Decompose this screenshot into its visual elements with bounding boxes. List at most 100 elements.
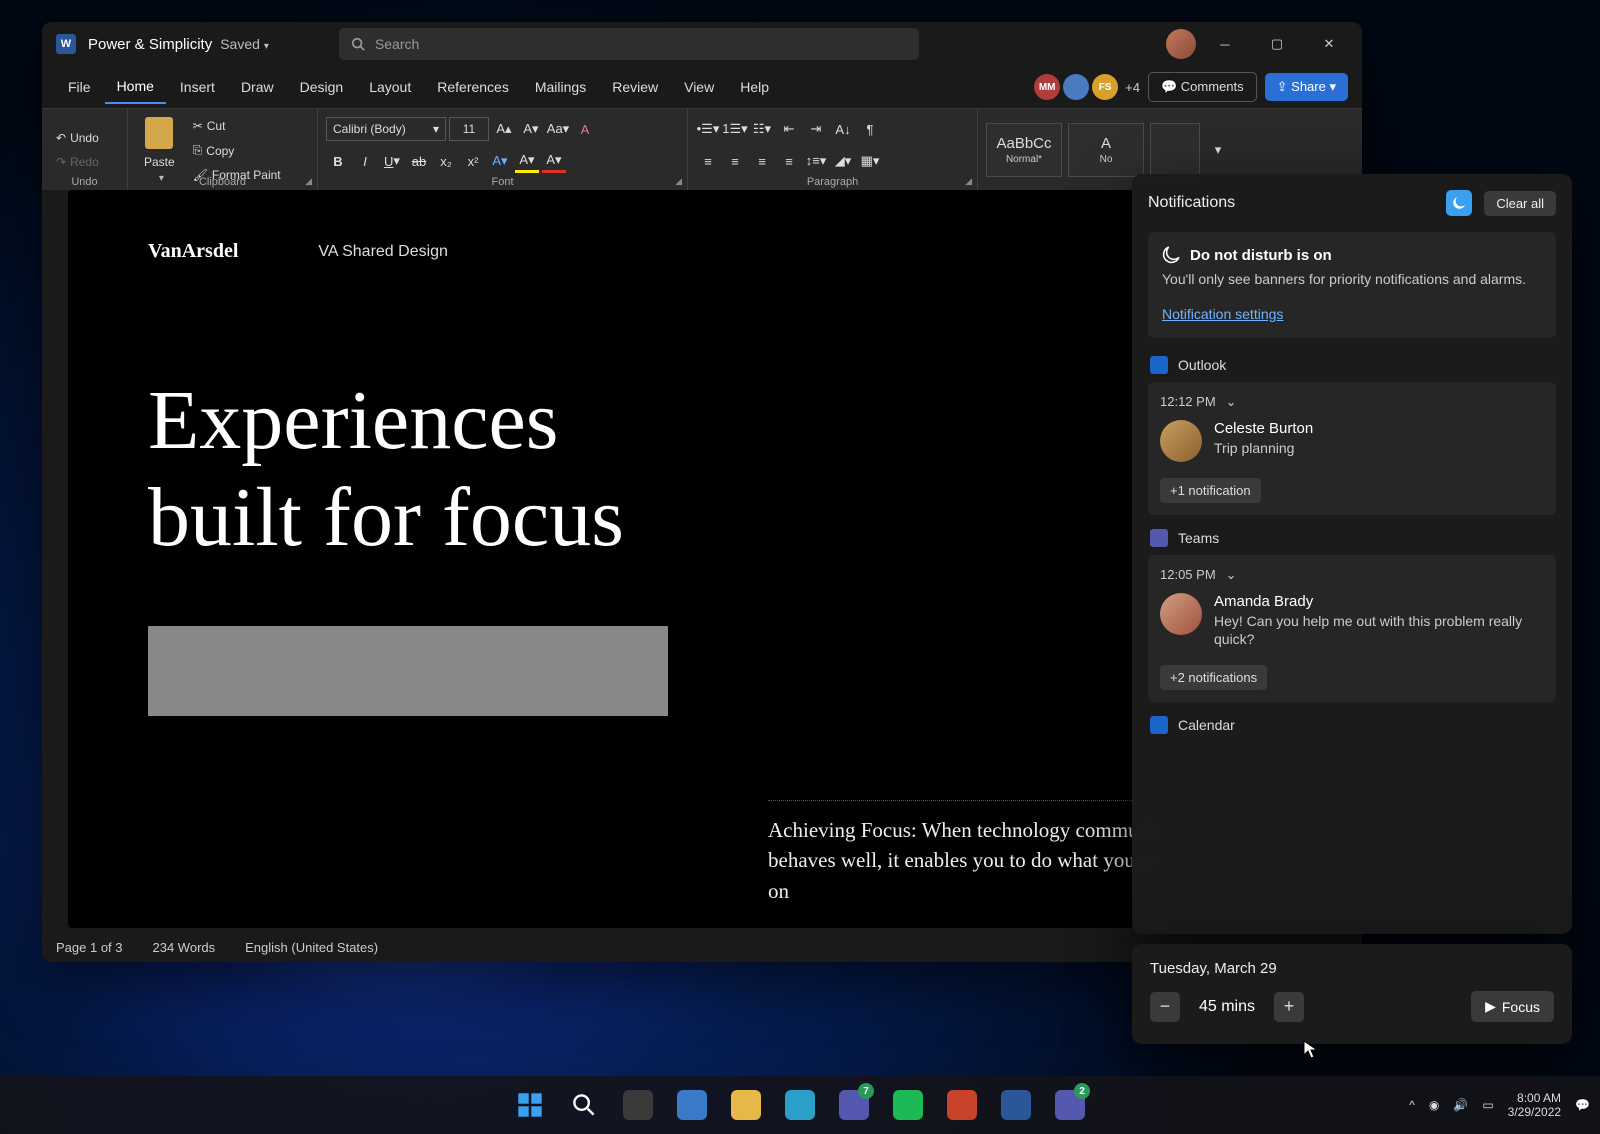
maximize-button[interactable]: ▢ bbox=[1254, 26, 1300, 62]
font-color-button[interactable]: A▾ bbox=[542, 149, 566, 173]
taskbar-edge[interactable] bbox=[776, 1081, 824, 1129]
tray-clock[interactable]: 8:00 AM 3/29/2022 bbox=[1508, 1091, 1561, 1120]
status-page[interactable]: Page 1 of 3 bbox=[56, 940, 123, 955]
presence-avatars[interactable]: MM FS +4 bbox=[1034, 74, 1140, 100]
user-avatar[interactable] bbox=[1166, 29, 1196, 59]
taskbar-spotify[interactable] bbox=[884, 1081, 932, 1129]
shading-button[interactable]: ◢▾ bbox=[831, 149, 855, 173]
style-no-spacing[interactable]: ANo bbox=[1068, 123, 1144, 177]
share-button[interactable]: ⇪ Share ▾ bbox=[1265, 73, 1348, 101]
copy-button[interactable]: ⎘ Copy bbox=[187, 139, 287, 162]
presence-avatar[interactable]: MM bbox=[1034, 74, 1060, 100]
presence-more[interactable]: +4 bbox=[1125, 80, 1140, 95]
taskbar-teams-chat[interactable]: 2 bbox=[1046, 1081, 1094, 1129]
multilevel-list-button[interactable]: ☷▾ bbox=[750, 117, 774, 141]
presence-avatar[interactable]: FS bbox=[1092, 74, 1118, 100]
sort-button[interactable]: A↓ bbox=[831, 117, 855, 141]
dnd-toggle-button[interactable] bbox=[1446, 190, 1472, 216]
dialog-launcher-icon[interactable]: ◢ bbox=[305, 176, 312, 187]
clear-all-button[interactable]: Clear all bbox=[1484, 191, 1556, 216]
focus-date[interactable]: Tuesday, March 29 bbox=[1150, 960, 1554, 977]
notif-app-outlook[interactable]: Outlook bbox=[1150, 356, 1556, 374]
dialog-launcher-icon[interactable]: ◢ bbox=[965, 176, 972, 187]
show-marks-button[interactable]: ¶ bbox=[858, 117, 882, 141]
bullets-button[interactable]: •☰▾ bbox=[696, 117, 720, 141]
styles-gallery-more-icon[interactable]: ▾ bbox=[1206, 138, 1230, 162]
decrease-indent-button[interactable]: ⇤ bbox=[777, 117, 801, 141]
notif-item[interactable]: Celeste BurtonTrip planning bbox=[1160, 420, 1544, 462]
notif-app-teams[interactable]: Teams bbox=[1150, 529, 1556, 547]
strikethrough-button[interactable]: ab bbox=[407, 149, 431, 173]
taskbar-taskview[interactable] bbox=[614, 1081, 662, 1129]
justify-button[interactable]: ≡ bbox=[777, 149, 801, 173]
presence-avatar[interactable] bbox=[1063, 74, 1089, 100]
align-center-button[interactable]: ≡ bbox=[723, 149, 747, 173]
text-effects-button[interactable]: A▾ bbox=[488, 149, 512, 173]
system-tray[interactable]: ^ ◉ 🔊 ▭ 8:00 AM 3/29/2022 💬 bbox=[1409, 1091, 1590, 1120]
style-normal[interactable]: AaBbCcNormal* bbox=[986, 123, 1062, 177]
notif-card[interactable]: 12:05 PM ⌄Amanda BradyHey! Can you help … bbox=[1148, 555, 1556, 703]
tray-chevron-icon[interactable]: ^ bbox=[1409, 1098, 1415, 1112]
menu-references[interactable]: References bbox=[425, 71, 521, 103]
taskbar-start[interactable] bbox=[506, 1081, 554, 1129]
menu-view[interactable]: View bbox=[672, 71, 726, 103]
menu-insert[interactable]: Insert bbox=[168, 71, 227, 103]
superscript-button[interactable]: x² bbox=[461, 149, 485, 173]
chevron-down-icon[interactable]: ⌄ bbox=[1226, 394, 1237, 410]
focus-start-button[interactable]: ▶ Focus bbox=[1471, 991, 1554, 1022]
tray-notifications-icon[interactable]: 💬 bbox=[1575, 1098, 1590, 1112]
taskbar-search[interactable] bbox=[560, 1081, 608, 1129]
menu-mailings[interactable]: Mailings bbox=[523, 71, 598, 103]
borders-button[interactable]: ▦▾ bbox=[858, 149, 882, 173]
search-input[interactable]: Search bbox=[339, 28, 919, 60]
undo-button[interactable]: ↶ Undo bbox=[50, 127, 105, 149]
notif-item[interactable]: Amanda BradyHey! Can you help me out wit… bbox=[1160, 593, 1544, 650]
minimize-button[interactable]: ─ bbox=[1202, 26, 1248, 62]
taskbar-teams[interactable]: 7 bbox=[830, 1081, 878, 1129]
menu-design[interactable]: Design bbox=[288, 71, 356, 103]
italic-button[interactable]: I bbox=[353, 149, 377, 173]
status-language[interactable]: English (United States) bbox=[245, 940, 378, 955]
taskbar-explorer[interactable] bbox=[722, 1081, 770, 1129]
dialog-launcher-icon[interactable]: ◢ bbox=[675, 176, 682, 187]
cut-button[interactable]: ✂ Cut bbox=[187, 115, 287, 137]
tray-volume-icon[interactable]: 🔊 bbox=[1453, 1098, 1468, 1112]
status-word-count[interactable]: 234 Words bbox=[153, 940, 216, 955]
underline-button[interactable]: U▾ bbox=[380, 149, 404, 173]
notif-more-button[interactable]: +1 notification bbox=[1160, 478, 1261, 503]
menu-file[interactable]: File bbox=[56, 71, 103, 103]
close-button[interactable]: ✕ bbox=[1306, 26, 1352, 62]
numbering-button[interactable]: 1☰▾ bbox=[723, 117, 747, 141]
chevron-down-icon[interactable]: ⌄ bbox=[1226, 567, 1237, 583]
increase-indent-button[interactable]: ⇥ bbox=[804, 117, 828, 141]
doc-image-placeholder[interactable] bbox=[148, 626, 668, 716]
grow-font-button[interactable]: A▴ bbox=[492, 117, 516, 141]
subscript-button[interactable]: x₂ bbox=[434, 149, 458, 173]
taskbar-powerpoint[interactable] bbox=[938, 1081, 986, 1129]
comments-button[interactable]: 💬 Comments bbox=[1148, 72, 1257, 102]
focus-decrease-button[interactable]: − bbox=[1150, 992, 1180, 1022]
taskbar-widgets[interactable] bbox=[668, 1081, 716, 1129]
menu-layout[interactable]: Layout bbox=[357, 71, 423, 103]
redo-button[interactable]: ↷ Redo bbox=[50, 151, 105, 173]
shrink-font-button[interactable]: A▾ bbox=[519, 117, 543, 141]
taskbar-word[interactable] bbox=[992, 1081, 1040, 1129]
font-name-combo[interactable]: Calibri (Body)▾ bbox=[326, 117, 446, 141]
change-case-button[interactable]: Aa▾ bbox=[546, 117, 570, 141]
focus-increase-button[interactable]: + bbox=[1274, 992, 1304, 1022]
style-more[interactable] bbox=[1150, 123, 1200, 177]
menu-home[interactable]: Home bbox=[105, 70, 166, 104]
line-spacing-button[interactable]: ↕≡▾ bbox=[804, 149, 828, 173]
notification-settings-link[interactable]: Notification settings bbox=[1162, 306, 1283, 322]
align-right-button[interactable]: ≡ bbox=[750, 149, 774, 173]
notif-card[interactable]: 12:12 PM ⌄Celeste BurtonTrip planning+1 … bbox=[1148, 382, 1556, 515]
highlight-button[interactable]: A▾ bbox=[515, 149, 539, 173]
menu-review[interactable]: Review bbox=[600, 71, 670, 103]
font-size-combo[interactable]: 11 bbox=[449, 117, 489, 141]
align-left-button[interactable]: ≡ bbox=[696, 149, 720, 173]
tray-battery-icon[interactable]: ▭ bbox=[1482, 1098, 1493, 1112]
notif-app-calendar[interactable]: Calendar bbox=[1150, 716, 1556, 734]
save-status[interactable]: Saved▾ bbox=[220, 36, 269, 52]
menu-help[interactable]: Help bbox=[728, 71, 781, 103]
bold-button[interactable]: B bbox=[326, 149, 350, 173]
